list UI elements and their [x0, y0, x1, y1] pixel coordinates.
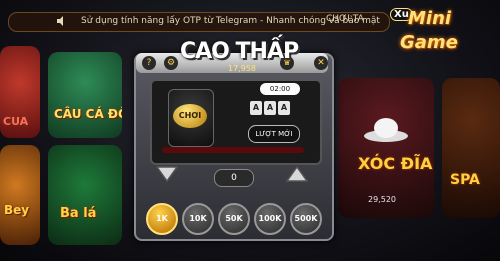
close-icon[interactable]: ✕ [314, 56, 328, 70]
game-card-cua[interactable]: CUA [0, 46, 40, 138]
card-slot: A [278, 101, 290, 115]
game-label: Ba lá [60, 206, 97, 221]
chip-500k[interactable]: 500K [290, 203, 322, 235]
speaker-icon [57, 16, 63, 26]
jackpot-value: 17,958 [228, 64, 256, 73]
chip-10k[interactable]: 10K [182, 203, 214, 235]
game-label: CUA [3, 115, 29, 128]
bet-chips: 1K 10K 50K 100K 500K [146, 203, 322, 235]
card-slot: A [250, 101, 262, 115]
card-slot: A [264, 101, 276, 115]
logo-line1: Mini [408, 8, 452, 29]
game-count: 29,520 [368, 195, 396, 204]
up-arrow-icon[interactable] [284, 163, 310, 185]
chip-50k[interactable]: 50K [218, 203, 250, 235]
game-label: SPA [450, 172, 480, 188]
cao-thap-machine: ? ⚙ ♛ ✕ CAO THẤP 17,958 CHƠI A A A 02:00… [128, 39, 338, 241]
machine-title: CAO THẤP [180, 39, 299, 64]
chip-100k[interactable]: 100K [254, 203, 286, 235]
settings-icon[interactable]: ⚙ [164, 56, 178, 70]
logo-line2: Game [400, 32, 458, 53]
game-label: XÓC ĐĨA [358, 154, 433, 173]
minigame-logo: Xu Mini Game [384, 6, 498, 68]
round-timer: 02:00 [260, 83, 300, 95]
down-arrow-icon[interactable] [154, 163, 180, 185]
game-label: CÂU CÁ ĐỘC ĐẮC [54, 107, 122, 121]
new-round-button[interactable]: LƯỢT MỚI [248, 125, 300, 143]
bet-amount: 0 [214, 169, 254, 187]
game-label: Bey [4, 203, 30, 217]
game-card-bey[interactable]: Bey [0, 145, 40, 245]
progress-bar [162, 147, 304, 153]
ticker-next: CHƠI TA [326, 14, 364, 24]
chip-1k[interactable]: 1K [146, 203, 178, 235]
game-card-cau-ca[interactable]: CÂU CÁ ĐỘC ĐẮC [48, 52, 122, 138]
hat-icon [364, 118, 408, 142]
game-card-spa[interactable]: SPA [442, 78, 500, 218]
play-card-box: CHƠI [168, 89, 214, 147]
game-card-xoc-dia[interactable]: XÓC ĐĨA 29,520 [338, 78, 434, 218]
help-icon[interactable]: ? [142, 56, 156, 70]
game-card-ba-la[interactable]: Ba lá [48, 145, 122, 245]
play-button[interactable]: CHƠI [173, 104, 207, 128]
